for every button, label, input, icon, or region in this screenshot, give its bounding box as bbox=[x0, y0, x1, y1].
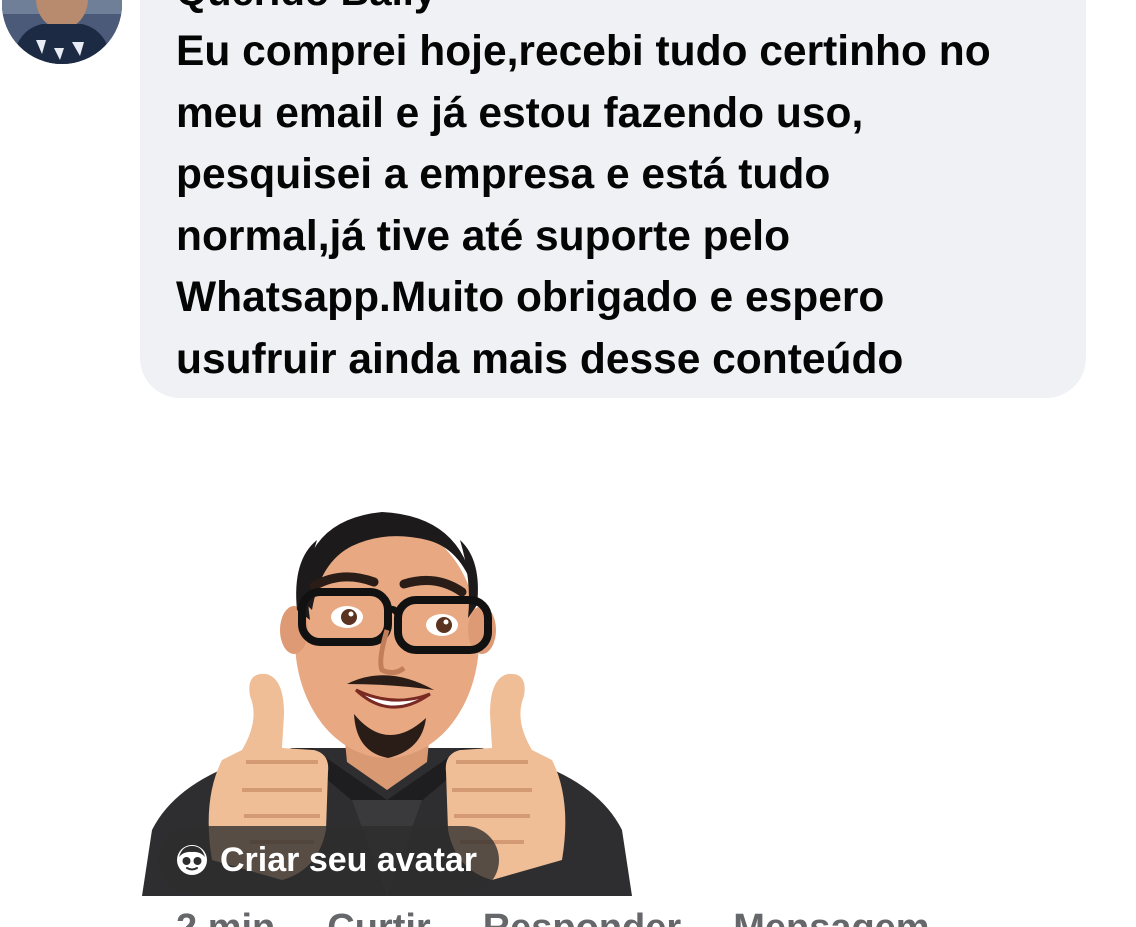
message-button[interactable]: Mensagem bbox=[733, 908, 929, 927]
comment-timestamp[interactable]: 2 min bbox=[176, 908, 275, 927]
create-avatar-button[interactable]: Criar seu avatar bbox=[158, 826, 500, 894]
commenter-avatar[interactable] bbox=[2, 0, 122, 64]
create-avatar-label: Criar seu avatar bbox=[220, 840, 478, 879]
comment-text-line: normal,já tive até suporte pelo bbox=[176, 212, 791, 260]
avatar-face-icon bbox=[177, 845, 207, 875]
comment-thread: Querido Baily Eu comprei hoje,recebi tud… bbox=[0, 0, 1136, 927]
reply-button[interactable]: Responder bbox=[483, 908, 681, 927]
comment-text-line: meu email e já estou fazendo uso, bbox=[176, 89, 864, 137]
comment-text-line: pesquisei a empresa e está tudo bbox=[176, 151, 831, 198]
commenter-photo bbox=[2, 0, 122, 64]
comment-author[interactable]: Querido Baily bbox=[176, 0, 436, 12]
comment-text-line: Eu comprei hoje,recebi tudo certinho no bbox=[176, 28, 991, 75]
comment-text-line: Whatsapp.Muito obrigado e espero bbox=[176, 274, 885, 321]
comment-text-line: usufruir ainda mais desse conteúdo bbox=[176, 335, 904, 383]
comment-actions: 2 min Curtir Responder Mensagem bbox=[176, 908, 982, 927]
like-button[interactable]: Curtir bbox=[327, 908, 430, 927]
comment-text: Eu comprei hoje,recebi tudo certinho no … bbox=[176, 21, 1076, 390]
